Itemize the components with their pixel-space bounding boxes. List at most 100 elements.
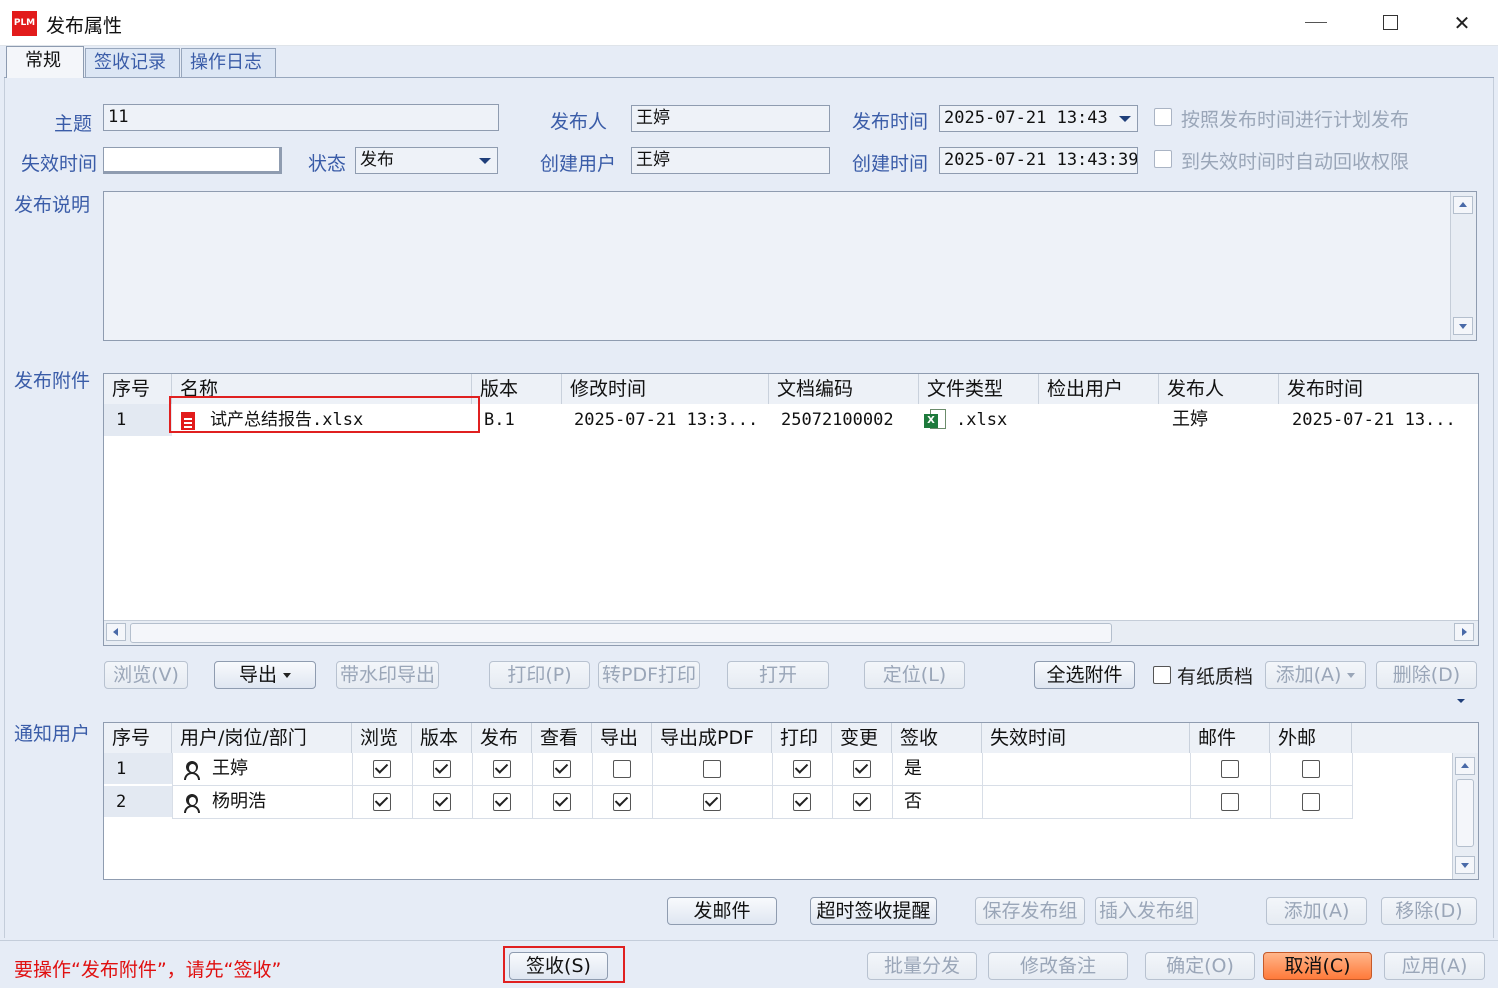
description-textarea[interactable] — [103, 191, 1477, 341]
scroll-down-icon[interactable] — [1455, 856, 1475, 874]
col-header[interactable]: 导出成PDF — [652, 723, 772, 753]
user-name: 杨明浩 — [212, 791, 266, 812]
ok-button[interactable]: 确定(O) — [1145, 952, 1255, 980]
publish-time-select[interactable]: 2025-07-21 13:43 — [939, 105, 1138, 132]
col-header[interactable]: 邮件 — [1190, 723, 1270, 753]
permission-checkbox[interactable] — [433, 760, 451, 778]
mail-checkbox[interactable] — [1221, 760, 1239, 778]
col-header[interactable]: 文件类型 — [919, 374, 1039, 404]
permission-checkbox[interactable] — [793, 793, 811, 811]
paper-doc-checkbox[interactable] — [1153, 666, 1171, 684]
print-button[interactable]: 打印(P) — [489, 661, 590, 689]
insert-group-button[interactable]: 插入发布组 — [1095, 897, 1198, 925]
scroll-right-icon[interactable] — [1454, 623, 1474, 641]
permission-checkbox[interactable] — [613, 793, 631, 811]
permission-checkbox[interactable] — [853, 793, 871, 811]
col-divider — [1190, 753, 1191, 819]
permission-checkbox[interactable] — [853, 760, 871, 778]
permission-checkbox[interactable] — [703, 760, 721, 778]
col-header[interactable]: 修改时间 — [562, 374, 769, 404]
col-header[interactable]: 查看 — [532, 723, 592, 753]
browse-button[interactable]: 浏览(V) — [104, 661, 188, 689]
scroll-up-icon[interactable] — [1455, 757, 1475, 775]
permission-checkbox[interactable] — [373, 760, 391, 778]
status-select[interactable]: 发布 — [355, 147, 498, 174]
tab-operation-log[interactable]: 操作日志 — [181, 48, 276, 77]
description-scrollbar[interactable] — [1450, 192, 1476, 340]
auto-revoke-checkbox[interactable] — [1154, 150, 1172, 168]
apply-button[interactable]: 应用(A) — [1384, 952, 1485, 980]
maximize-button[interactable] — [1371, 8, 1411, 38]
overdue-remind-button[interactable]: 超时签收提醒 — [810, 897, 937, 925]
col-header[interactable]: 检出用户 — [1039, 374, 1159, 404]
col-header[interactable]: 序号 — [104, 723, 172, 753]
pdf-print-button[interactable]: 转PDF打印 — [598, 661, 700, 689]
edit-note-button[interactable]: 修改备注 — [988, 952, 1128, 980]
col-header[interactable]: 版本 — [472, 374, 562, 404]
plan-publish-checkbox[interactable] — [1154, 108, 1172, 126]
permission-checkbox[interactable] — [793, 760, 811, 778]
description-label: 发布说明 — [14, 194, 91, 216]
external-mail-checkbox[interactable] — [1302, 793, 1320, 811]
col-header[interactable]: 签收 — [892, 723, 982, 753]
watermark-export-button[interactable]: 带水印导出 — [336, 661, 439, 689]
col-header[interactable]: 外邮 — [1270, 723, 1352, 753]
col-header[interactable]: 用户/岗位/部门 — [172, 723, 352, 753]
highlight-box-sign — [503, 946, 625, 983]
permission-checkbox[interactable] — [493, 760, 511, 778]
subject-input[interactable]: 11 — [103, 104, 499, 131]
locate-button[interactable]: 定位(L) — [864, 661, 965, 689]
col-divider — [772, 753, 773, 819]
col-header[interactable]: 浏览 — [352, 723, 412, 753]
send-mail-button[interactable]: 发邮件 — [667, 897, 777, 925]
permission-checkbox[interactable] — [373, 793, 391, 811]
col-header[interactable]: 文档编码 — [769, 374, 919, 404]
remove-user-button[interactable]: 移除(D) — [1381, 897, 1477, 925]
permission-checkbox[interactable] — [553, 793, 571, 811]
mail-checkbox[interactable] — [1221, 793, 1239, 811]
export-button[interactable]: 导出 — [214, 661, 316, 689]
add-attachment-button[interactable]: 添加(A) — [1265, 661, 1366, 689]
add-user-button[interactable]: 添加(A) — [1266, 897, 1367, 925]
col-header[interactable]: 发布人 — [1159, 374, 1279, 404]
scroll-thumb[interactable] — [130, 623, 1112, 643]
col-header[interactable]: 序号 — [104, 374, 172, 404]
col-header[interactable]: 打印 — [772, 723, 832, 753]
scroll-up-icon[interactable] — [1453, 196, 1473, 214]
scroll-thumb[interactable] — [1456, 779, 1474, 847]
expand-icon[interactable] — [1457, 699, 1465, 703]
close-button[interactable]: ✕ — [1442, 8, 1482, 38]
col-header[interactable]: 失效时间 — [982, 723, 1190, 753]
chevron-down-icon — [476, 152, 494, 169]
expire-time-input[interactable] — [103, 147, 282, 174]
notify-scrollbar[interactable] — [1452, 753, 1478, 879]
permission-checkbox[interactable] — [553, 760, 571, 778]
col-header[interactable]: 导出 — [592, 723, 652, 753]
col-header[interactable]: 变更 — [832, 723, 892, 753]
scroll-down-icon[interactable] — [1453, 317, 1473, 335]
col-divider — [1270, 753, 1271, 819]
plm-logo-icon: PLM — [12, 11, 37, 36]
sign-status: 是 — [904, 758, 922, 779]
save-group-button[interactable]: 保存发布组 — [975, 897, 1085, 925]
col-header[interactable]: 版本 — [412, 723, 472, 753]
permission-checkbox[interactable] — [703, 793, 721, 811]
permission-checkbox[interactable] — [433, 793, 451, 811]
attachments-hscrollbar[interactable] — [104, 620, 1478, 645]
tab-general[interactable]: 常规 — [6, 46, 84, 78]
col-header[interactable]: 发布时间 — [1279, 374, 1478, 404]
minimize-button[interactable] — [1296, 8, 1336, 38]
scroll-left-icon[interactable] — [106, 623, 126, 641]
col-divider — [532, 753, 533, 819]
col-header[interactable]: 发布 — [472, 723, 532, 753]
cancel-button[interactable]: 取消(C) — [1263, 952, 1372, 980]
permission-checkbox[interactable] — [493, 793, 511, 811]
external-mail-checkbox[interactable] — [1302, 760, 1320, 778]
delete-attachment-button[interactable]: 删除(D) — [1376, 661, 1477, 689]
batch-distribute-button[interactable]: 批量分发 — [867, 952, 977, 980]
select-all-button[interactable]: 全选附件 — [1034, 661, 1135, 689]
chevron-down-icon — [1116, 110, 1134, 127]
permission-checkbox[interactable] — [613, 760, 631, 778]
tab-sign-records[interactable]: 签收记录 — [85, 48, 180, 77]
open-button[interactable]: 打开 — [727, 661, 829, 689]
